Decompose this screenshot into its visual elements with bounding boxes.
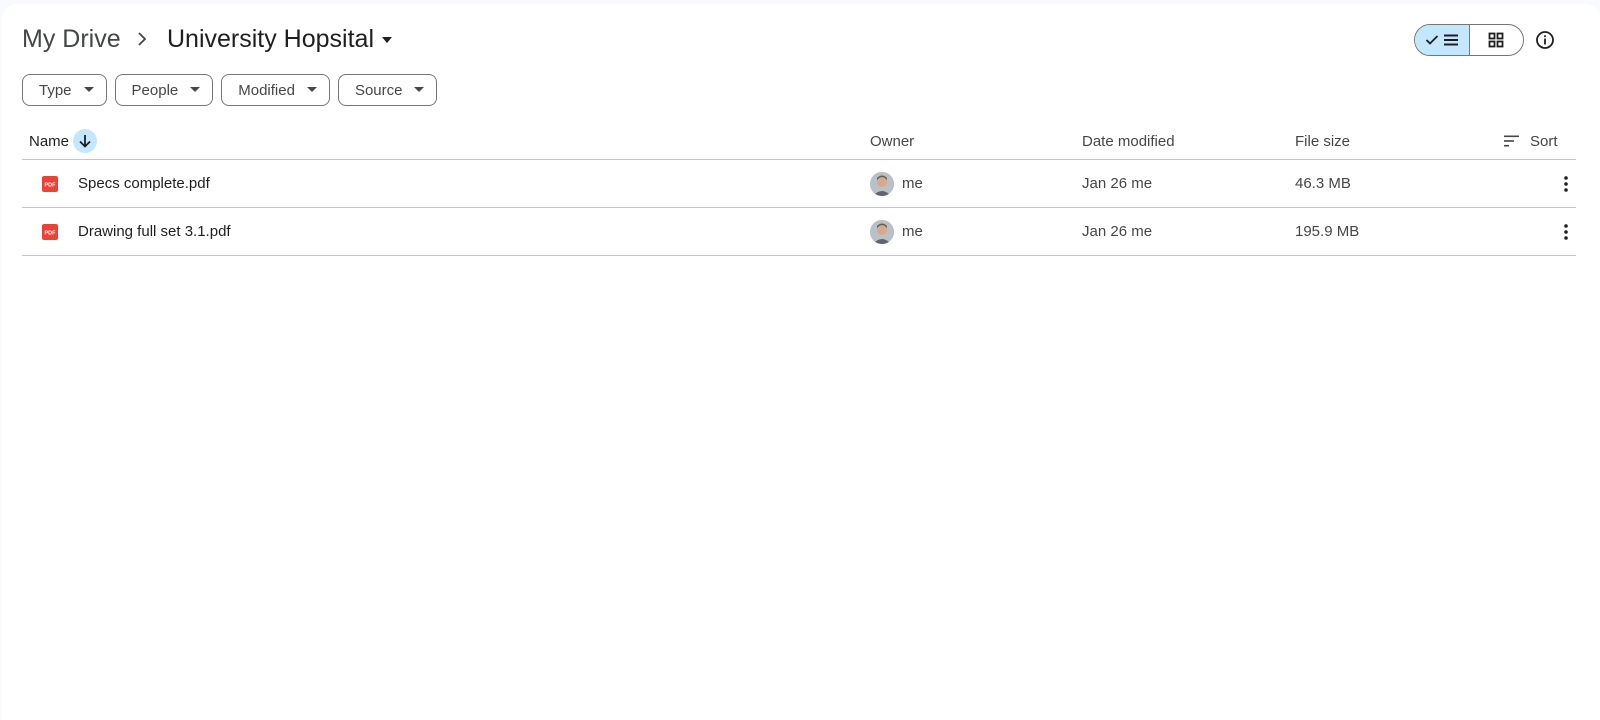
filter-modified[interactable]: Modified xyxy=(221,74,330,106)
more-vert-icon xyxy=(1564,223,1568,240)
details-button[interactable] xyxy=(1532,27,1558,53)
caret-down-icon xyxy=(306,87,317,92)
view-toggle xyxy=(1414,24,1524,56)
svg-text:PDF: PDF xyxy=(45,230,57,236)
caret-down-icon xyxy=(83,87,94,92)
date-modified: Jan 26 me xyxy=(1082,175,1153,192)
sort-icon xyxy=(1504,135,1519,147)
caret-down-icon xyxy=(414,87,425,92)
chevron-right-icon xyxy=(138,32,147,46)
more-actions-button[interactable] xyxy=(1554,208,1578,255)
breadcrumb-my-drive[interactable]: My Drive xyxy=(22,24,121,54)
file-list: Name Owner Date modified File size Sort xyxy=(22,122,1576,256)
column-header-file-size[interactable]: File size xyxy=(1295,122,1350,160)
filter-label: Type xyxy=(39,81,72,99)
arrow-down-icon xyxy=(79,135,91,148)
filter-label: People xyxy=(131,81,179,99)
header: My Drive University Hopsital xyxy=(2,4,1600,68)
file-size: 46.3 MB xyxy=(1295,175,1351,192)
current-folder-label: University Hopsital xyxy=(167,25,375,53)
date-modified: Jan 26 me xyxy=(1082,223,1153,240)
file-size: 195.9 MB xyxy=(1295,223,1360,240)
more-vert-icon xyxy=(1564,175,1568,192)
column-header-date-modified[interactable]: Date modified xyxy=(1082,122,1175,160)
sort-label: Sort xyxy=(1530,132,1558,150)
list-icon xyxy=(1443,34,1458,46)
owner-name: me xyxy=(902,175,923,192)
file-name: Specs complete.pdf xyxy=(78,175,210,192)
file-name: Drawing full set 3.1.pdf xyxy=(78,223,231,240)
pdf-icon: PDF xyxy=(42,208,58,255)
caret-down-icon xyxy=(190,87,201,92)
pdf-icon: PDF xyxy=(42,160,58,207)
owner-cell: me xyxy=(870,208,923,255)
sort-direction-button[interactable] xyxy=(73,129,98,153)
filter-people[interactable]: People xyxy=(114,74,214,106)
filter-type[interactable]: Type xyxy=(22,74,107,106)
grid-icon xyxy=(1488,32,1504,48)
filter-chips: Type People Modified Source xyxy=(22,74,438,106)
table-header: Name Owner Date modified File size Sort xyxy=(22,122,1576,160)
breadcrumb-current-folder[interactable]: University Hopsital xyxy=(167,20,394,58)
column-label-name: Name xyxy=(29,132,70,150)
drive-panel: My Drive University Hopsital Type People… xyxy=(2,4,1600,720)
table-row[interactable]: PDF Specs complete.pdf me Jan 26 me 46.3… xyxy=(22,160,1576,208)
list-view-button[interactable] xyxy=(1415,25,1469,55)
column-header-owner: Owner xyxy=(870,132,915,150)
owner-name: me xyxy=(902,223,923,240)
avatar xyxy=(870,219,894,244)
filter-source[interactable]: Source xyxy=(337,74,438,106)
column-header-name[interactable]: Name xyxy=(29,122,98,160)
check-icon xyxy=(1425,35,1438,45)
caret-down-icon xyxy=(382,37,393,43)
sort-button[interactable]: Sort xyxy=(1504,122,1558,160)
more-actions-button[interactable] xyxy=(1554,160,1578,207)
svg-text:PDF: PDF xyxy=(45,182,57,188)
filter-label: Modified xyxy=(238,81,295,99)
table-row[interactable]: PDF Drawing full set 3.1.pdf me Jan 26 m… xyxy=(22,208,1576,256)
grid-view-button[interactable] xyxy=(1468,25,1524,55)
avatar xyxy=(870,171,894,196)
owner-cell: me xyxy=(870,160,923,207)
info-icon xyxy=(1536,31,1554,49)
filter-label: Source xyxy=(354,81,403,99)
